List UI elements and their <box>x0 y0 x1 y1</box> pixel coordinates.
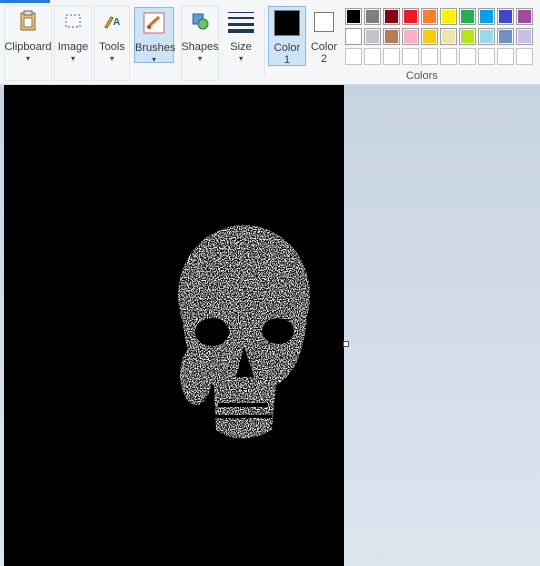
palette-swatch[interactable] <box>383 48 400 65</box>
image-label: Image <box>57 41 89 53</box>
palette-swatch[interactable] <box>459 48 476 65</box>
color1-label-line2: 1 <box>283 54 291 66</box>
palette-swatch[interactable] <box>364 48 381 65</box>
color1-label: Color 1 <box>269 42 305 66</box>
color-palette <box>344 8 540 68</box>
tools-icon: A <box>104 16 120 29</box>
palette-swatch[interactable] <box>497 48 514 65</box>
shapes-button[interactable]: Shapes ▾ <box>181 5 219 65</box>
palette-swatch[interactable] <box>516 48 533 65</box>
ribbon: Clipboard ▾ Image ▾ A Tools ▾ Brushes ▾ <box>0 0 540 85</box>
palette-swatch[interactable] <box>459 28 476 45</box>
tools-button[interactable]: A Tools ▾ <box>94 5 130 65</box>
colors-group-label: Colors <box>406 70 438 82</box>
palette-swatch[interactable] <box>440 48 457 65</box>
palette-swatch[interactable] <box>440 28 457 45</box>
palette-swatch[interactable] <box>364 28 381 45</box>
image-button[interactable]: Image ▾ <box>54 5 92 65</box>
palette-swatch[interactable] <box>497 28 514 45</box>
color2-label-line1: Color <box>310 41 338 53</box>
palette-swatch[interactable] <box>478 28 495 45</box>
line-size-icon <box>228 12 254 33</box>
palette-swatch[interactable] <box>383 8 400 25</box>
palette-swatch[interactable] <box>459 8 476 25</box>
brushes-button[interactable]: Brushes ▾ <box>134 7 176 64</box>
chevron-down-icon: ▾ <box>238 54 243 63</box>
palette-swatch[interactable] <box>345 28 362 45</box>
color2-button[interactable]: Color 2 <box>307 6 341 66</box>
chevron-down-icon: ▾ <box>197 54 202 63</box>
color1-button[interactable]: Color 1 <box>268 6 306 66</box>
ribbon-separator <box>264 8 265 76</box>
palette-swatch[interactable] <box>383 28 400 45</box>
canvas-resize-handle[interactable] <box>343 341 349 347</box>
chevron-down-icon: ▾ <box>151 55 156 64</box>
shapes-icon <box>192 13 209 30</box>
select-rectangle-icon <box>65 14 81 28</box>
palette-swatch[interactable] <box>478 48 495 65</box>
color2-label: Color 2 <box>307 41 341 65</box>
clipboard-icon <box>20 10 36 31</box>
palette-swatch[interactable] <box>516 8 533 25</box>
home-tab-indicator <box>0 0 50 3</box>
palette-swatch[interactable] <box>364 8 381 25</box>
color1-swatch <box>274 10 300 36</box>
palette-swatch[interactable] <box>402 28 419 45</box>
clipboard-label: Clipboard <box>4 41 52 53</box>
tools-label: Tools <box>99 41 125 53</box>
palette-swatch[interactable] <box>345 8 362 25</box>
palette-swatch[interactable] <box>421 8 438 25</box>
brushes-label: Brushes <box>135 42 176 54</box>
chevron-down-icon: ▾ <box>109 54 114 63</box>
svg-text:A: A <box>113 17 120 28</box>
palette-swatch[interactable] <box>440 8 457 25</box>
palette-swatch[interactable] <box>421 28 438 45</box>
shapes-label: Shapes <box>181 41 219 53</box>
color2-label-line2: 2 <box>320 53 328 65</box>
color1-label-line1: Color <box>273 42 301 54</box>
palette-swatch[interactable] <box>421 48 438 65</box>
chevron-down-icon: ▾ <box>25 54 30 63</box>
palette-swatch[interactable] <box>402 8 419 25</box>
chevron-down-icon: ▾ <box>70 54 75 63</box>
palette-swatch[interactable] <box>478 8 495 25</box>
size-button[interactable]: Size ▾ <box>222 5 260 65</box>
clipboard-button[interactable]: Clipboard ▾ <box>4 5 52 65</box>
palette-swatch[interactable] <box>402 48 419 65</box>
palette-swatch[interactable] <box>345 48 362 65</box>
brush-icon <box>143 12 165 34</box>
palette-swatch[interactable] <box>516 28 533 45</box>
palette-swatch[interactable] <box>497 8 514 25</box>
size-label: Size <box>230 41 252 53</box>
drawing-canvas[interactable] <box>4 85 344 566</box>
color2-swatch <box>314 12 334 32</box>
skull-image <box>178 225 310 439</box>
